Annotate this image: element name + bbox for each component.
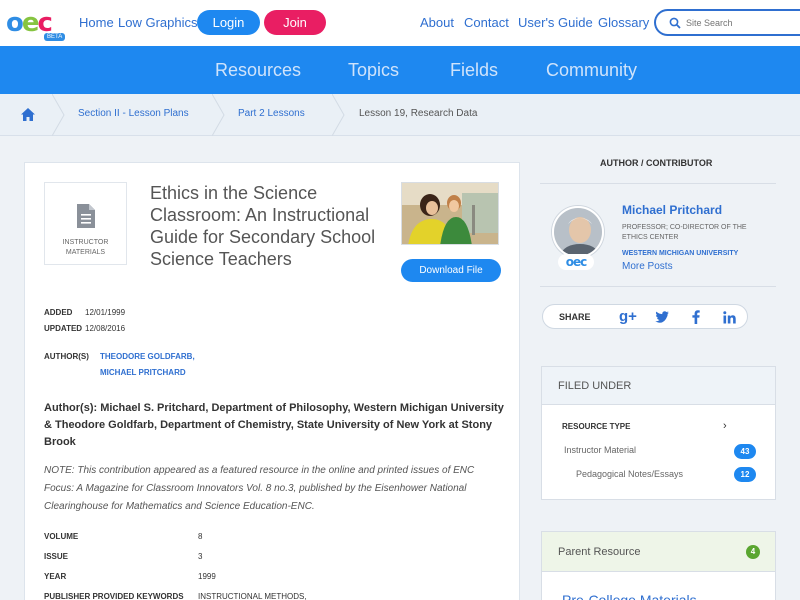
contributor-role: PROFESSOR; CO-DIRECTOR OF THE ETHICS CEN… — [622, 224, 747, 241]
about-link[interactable]: About — [420, 15, 454, 30]
main-nav: Resources Topics Fields Community — [0, 46, 800, 94]
nav-topics[interactable]: Topics — [348, 60, 399, 81]
detail-label: PUBLISHER PROVIDED KEYWORDS — [44, 592, 184, 600]
breadcrumb-current: Lesson 19, Research Data — [359, 108, 478, 119]
resource-card: INSTRUCTOR MATERIALS Ethics in the Scien… — [24, 162, 520, 600]
filter-pedagogical-notes[interactable]: Pedagogical Notes/Essays — [576, 469, 683, 479]
resource-type-label: INSTRUCTOR MATERIALS — [62, 239, 109, 256]
breadcrumb-separator — [212, 94, 225, 136]
resource-thumbnail — [401, 182, 499, 245]
parent-resource-heading: Parent Resource — [558, 546, 641, 558]
breadcrumb-separator — [52, 94, 65, 136]
divider — [540, 286, 776, 287]
added-label: ADDED — [44, 308, 73, 317]
search-input[interactable] — [686, 14, 796, 31]
site-search[interactable] — [654, 9, 800, 36]
linkedin-icon[interactable] — [723, 311, 736, 324]
more-posts-link[interactable]: More Posts — [622, 261, 673, 272]
count-badge: 4 — [746, 545, 760, 559]
document-icon — [77, 204, 95, 228]
breadcrumb-separator — [332, 94, 345, 136]
divider — [540, 183, 776, 184]
nav-fields[interactable]: Fields — [450, 60, 498, 81]
search-icon[interactable] — [668, 16, 682, 30]
resource-type-box: INSTRUCTOR MATERIALS — [44, 182, 127, 265]
join-button[interactable]: Join — [264, 10, 326, 35]
avatar[interactable] — [552, 206, 604, 258]
chevron-right-icon[interactable]: › — [723, 420, 727, 432]
detail-label: YEAR — [44, 572, 67, 581]
contributor-name[interactable]: Michael Pritchard — [622, 203, 722, 217]
detail-label: VOLUME — [44, 532, 79, 541]
home-link[interactable]: Home — [79, 15, 114, 30]
author-link[interactable]: THEODORE GOLDFARB, — [100, 352, 195, 361]
detail-value: 1999 — [198, 572, 216, 581]
detail-value: INSTRUCTIONAL METHODS, — [198, 592, 307, 600]
detail-value: 8 — [198, 532, 203, 541]
authors-paragraph: Author(s): Michael S. Pritchard, Departm… — [44, 402, 504, 448]
breadcrumb-section-ii[interactable]: Section II - Lesson Plans — [78, 108, 189, 119]
avatar-badge: oec — [558, 254, 594, 270]
nav-community[interactable]: Community — [546, 60, 637, 81]
page-title: Ethics in the Science Classroom: An Inst… — [150, 183, 376, 269]
top-bar: oec BETA Home Low Graphics Login Join Ab… — [0, 0, 800, 46]
share-bar: SHARE g+ — [542, 304, 748, 329]
contributor-organization: WESTERN MICHIGAN UNIVERSITY — [622, 250, 739, 257]
count-badge: 12 — [734, 467, 756, 482]
download-file-button[interactable]: Download File — [401, 259, 501, 282]
low-graphics-link[interactable]: Low Graphics — [118, 15, 197, 30]
filed-under-panel: FILED UNDER RESOURCE TYPE › Instructor M… — [541, 366, 776, 500]
breadcrumb: Section II - Lesson Plans Part 2 Lessons… — [0, 94, 800, 136]
updated-date: 12/08/2016 — [85, 324, 126, 333]
authors-label: AUTHOR(S) — [44, 352, 89, 361]
facebook-icon[interactable] — [692, 310, 700, 324]
resource-type-label[interactable]: RESOURCE TYPE — [562, 422, 630, 431]
login-button[interactable]: Login — [197, 10, 260, 35]
twitter-icon[interactable] — [655, 311, 669, 323]
updated-label: UPDATED — [44, 324, 83, 333]
author-link[interactable]: MICHAEL PRITCHARD — [100, 368, 186, 377]
added-date: 12/01/1999 — [85, 308, 126, 317]
users-guide-link[interactable]: User's Guide — [518, 15, 593, 30]
filter-instructor-material[interactable]: Instructor Material — [564, 445, 636, 455]
filed-under-heading: FILED UNDER — [558, 380, 632, 392]
nav-resources[interactable]: Resources — [215, 60, 301, 81]
parent-resource-panel: Parent Resource 4 Pre-College Materials — [541, 531, 776, 600]
detail-value: 3 — [198, 552, 203, 561]
contact-link[interactable]: Contact — [464, 15, 509, 30]
contributor-heading: AUTHOR / CONTRIBUTOR — [600, 158, 713, 168]
glossary-link[interactable]: Glossary — [598, 15, 649, 30]
home-icon[interactable] — [20, 107, 36, 122]
count-badge: 43 — [734, 444, 756, 459]
note-paragraph: NOTE: This contribution appeared as a fe… — [44, 465, 475, 512]
beta-badge: BETA — [44, 33, 66, 41]
share-label: SHARE — [559, 312, 591, 322]
breadcrumb-part-2[interactable]: Part 2 Lessons — [238, 108, 305, 119]
detail-label: ISSUE — [44, 552, 69, 561]
oec-logo[interactable]: oec BETA — [2, 6, 66, 42]
google-plus-icon[interactable]: g+ — [619, 308, 637, 325]
parent-resource-link[interactable]: Pre-College Materials — [562, 592, 697, 600]
